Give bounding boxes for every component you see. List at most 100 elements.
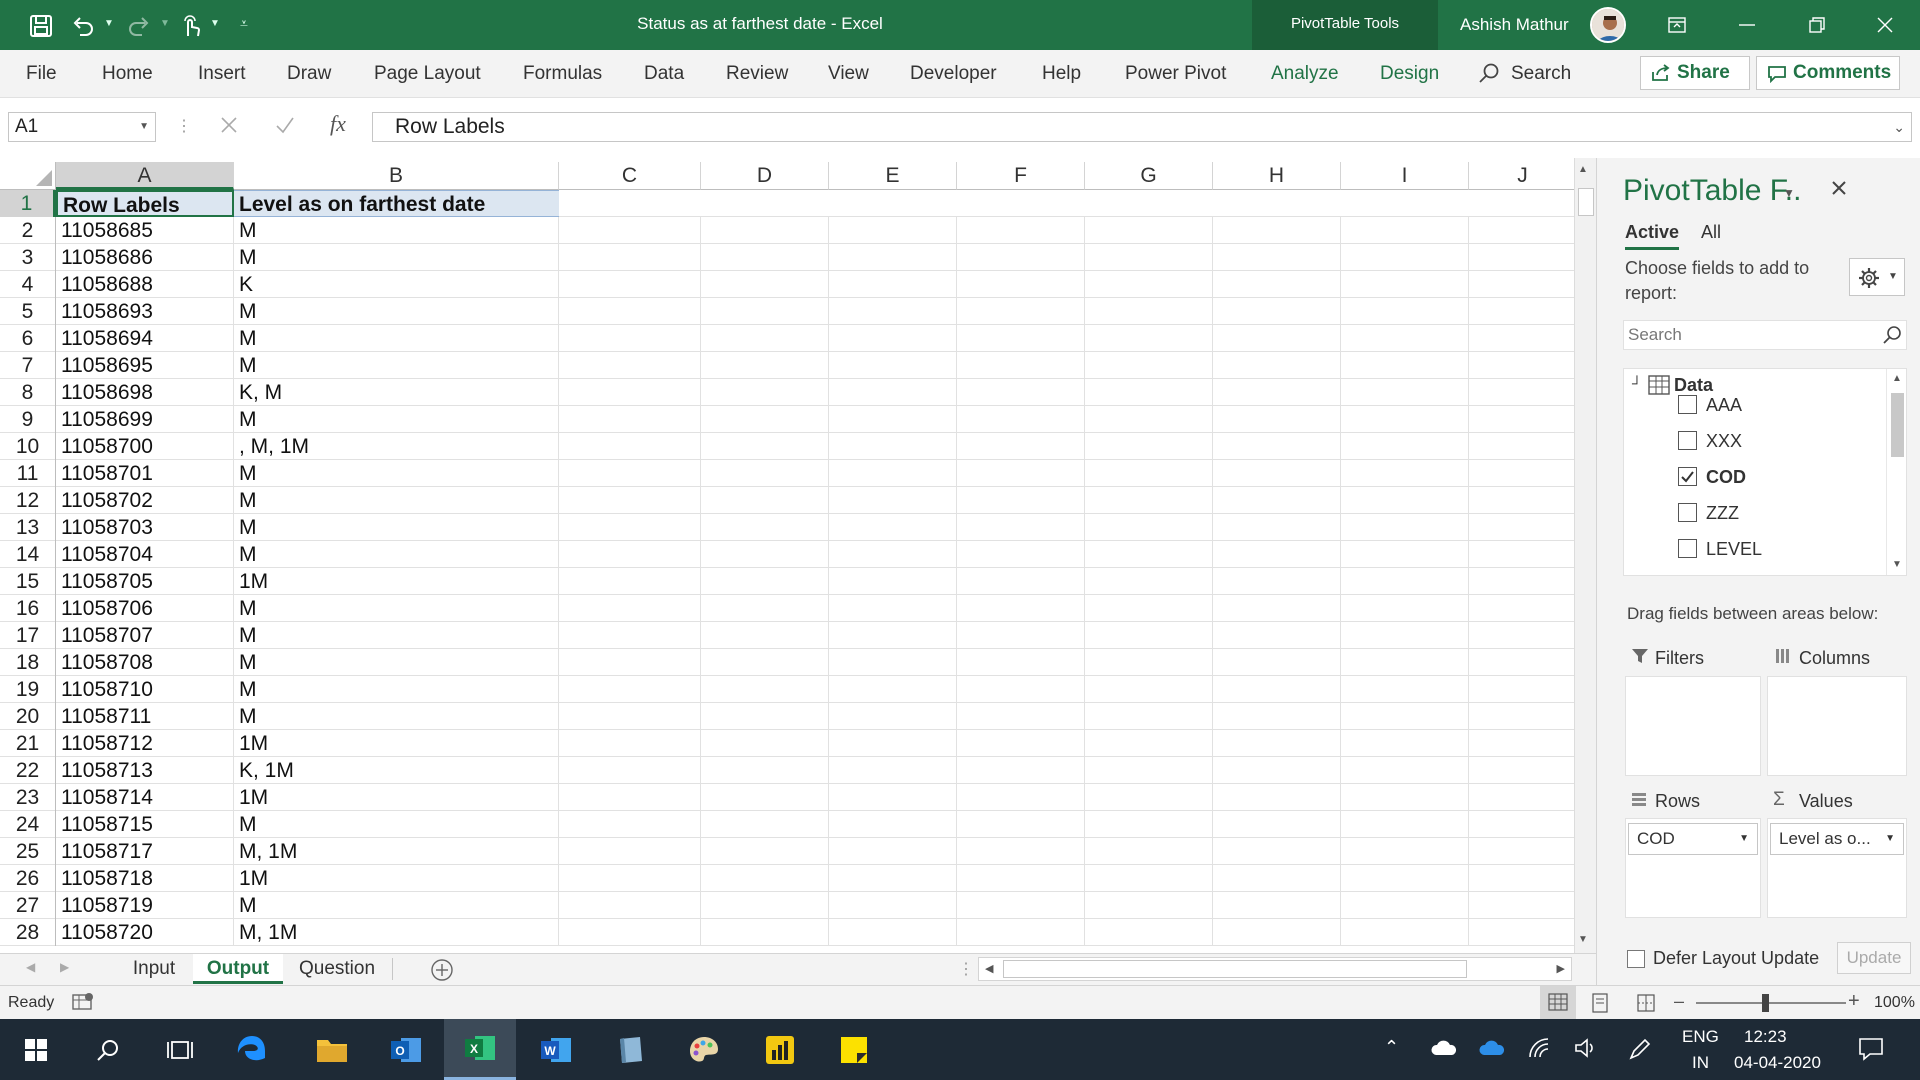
search-icon[interactable] [1478,62,1500,84]
cell-cod[interactable]: 11058685 [56,217,234,244]
tab-analyze[interactable]: Analyze [1271,50,1339,98]
restore-icon[interactable] [1782,0,1852,50]
cell-level[interactable]: 1M [234,784,559,811]
cell-cod[interactable]: 11058695 [56,352,234,379]
windows-start-icon[interactable] [0,1019,72,1080]
chevron-down-icon[interactable]: ▼ [139,113,149,141]
cell-cod[interactable]: 11058701 [56,460,234,487]
field-checkbox-zzz[interactable] [1678,503,1697,522]
clock-time[interactable]: 12:23 [1744,1027,1787,1047]
search-label[interactable]: Search [1511,50,1571,98]
row-number[interactable]: 5 [0,298,56,325]
cell-level[interactable]: 1M [234,730,559,757]
cell-cod[interactable]: 11058718 [56,865,234,892]
scroll-down-icon[interactable]: ▼ [1578,934,1588,945]
undo-dropdown-icon[interactable]: ▼ [104,18,114,29]
touch-mode-icon[interactable] [178,13,204,39]
cell-cod[interactable]: 11058713 [56,757,234,784]
scroll-right-icon[interactable]: ▶ [1557,962,1565,975]
values-drop-area[interactable]: Level as o... ▼ [1767,818,1907,918]
scroll-thumb[interactable] [1578,188,1594,216]
action-center-icon[interactable] [1858,1037,1884,1061]
chevron-down-icon[interactable]: ▼ [1885,824,1895,854]
new-sheet-icon[interactable] [430,958,454,982]
tab-home[interactable]: Home [102,50,153,98]
row-number[interactable]: 10 [0,433,56,460]
collapse-icon[interactable]: ┘ [1632,375,1642,391]
field-label-xxx[interactable]: XXX [1706,431,1742,452]
insert-function-icon[interactable]: fx [330,111,346,137]
column-header-i[interactable]: I [1341,162,1469,190]
cell-level[interactable]: M [234,649,559,676]
cell-cod[interactable]: 11058714 [56,784,234,811]
pen-icon[interactable] [1628,1037,1652,1061]
row-number[interactable]: 8 [0,379,56,406]
zoom-in-icon[interactable]: + [1848,990,1860,1013]
select-all-corner[interactable] [0,162,56,190]
rows-drop-area[interactable]: COD ▼ [1625,818,1761,918]
row-number[interactable]: 23 [0,784,56,811]
tab-view[interactable]: View [828,50,869,98]
cell-cod[interactable]: 11058708 [56,649,234,676]
row-number[interactable]: 2 [0,217,56,244]
row-number[interactable]: 13 [0,514,56,541]
minimize-icon[interactable] [1712,0,1782,50]
field-label-level[interactable]: LEVEL [1706,539,1762,560]
field-label-cod[interactable]: COD [1706,467,1746,488]
excel-taskbar-icon[interactable]: X [444,1019,516,1080]
cell-level[interactable]: M [234,325,559,352]
cell-b1-level-header[interactable]: Level as on farthest date [234,190,559,217]
cell-cod[interactable]: 11058699 [56,406,234,433]
cell-cod[interactable]: 11058715 [56,811,234,838]
row-number[interactable]: 6 [0,325,56,352]
field-checkbox-xxx[interactable] [1678,431,1697,450]
outlook-icon[interactable]: O [370,1019,442,1080]
more-options-icon[interactable]: ⋮ [176,116,192,136]
row-number[interactable]: 1 [0,190,56,217]
chevron-down-icon[interactable]: ▼ [1739,824,1749,854]
filters-drop-area[interactable] [1625,676,1761,776]
cell-cod[interactable]: 11058703 [56,514,234,541]
cell-cod[interactable]: 11058700 [56,433,234,460]
cell-level[interactable]: M [234,703,559,730]
horizontal-scrollbar[interactable]: ◀ ▶ [978,957,1572,981]
row-number[interactable]: 15 [0,568,56,595]
tools-button[interactable]: ▼ [1849,258,1905,296]
cell-cod[interactable]: 11058704 [56,541,234,568]
column-header-e[interactable]: E [829,162,957,190]
touch-dropdown-icon[interactable]: ▼ [210,18,220,29]
save-icon[interactable] [28,13,54,39]
tab-power-pivot[interactable]: Power Pivot [1125,50,1226,98]
update-button[interactable]: Update [1837,942,1911,974]
normal-view-icon[interactable] [1540,986,1576,1019]
tab-file[interactable]: File [26,50,57,98]
macro-record-icon[interactable] [72,992,94,1012]
row-number[interactable]: 3 [0,244,56,271]
cell-level[interactable]: M [234,487,559,514]
column-header-g[interactable]: G [1085,162,1213,190]
cell-level[interactable]: K [234,271,559,298]
pane-close-icon[interactable] [1831,180,1847,196]
cell-cod[interactable]: 11058711 [56,703,234,730]
cell-level[interactable]: M [234,298,559,325]
column-header-h[interactable]: H [1213,162,1341,190]
cell-cod[interactable]: 11058686 [56,244,234,271]
page-layout-view-icon[interactable] [1590,993,1610,1013]
prev-sheet-icon[interactable]: ◀ [26,960,35,974]
row-number[interactable]: 25 [0,838,56,865]
h-scroll-thumb[interactable] [1003,960,1467,978]
scroll-up-icon[interactable]: ▲ [1892,373,1902,384]
row-number[interactable]: 11 [0,460,56,487]
user-name[interactable]: Ashish Mathur [1460,0,1569,50]
values-field-level[interactable]: Level as o... ▼ [1770,823,1904,855]
avatar[interactable] [1590,7,1626,43]
clock-date[interactable]: 04-04-2020 [1734,1053,1821,1073]
edge-icon[interactable] [216,1019,288,1080]
close-icon[interactable] [1850,0,1920,50]
cell-level[interactable]: M [234,217,559,244]
tray-expand-icon[interactable]: ⌃ [1384,1037,1399,1058]
row-number[interactable]: 7 [0,352,56,379]
customize-qat-icon[interactable]: ⩡ [240,15,248,32]
redo-icon[interactable] [126,13,152,39]
expand-formula-icon[interactable]: ⌄ [1893,113,1905,141]
